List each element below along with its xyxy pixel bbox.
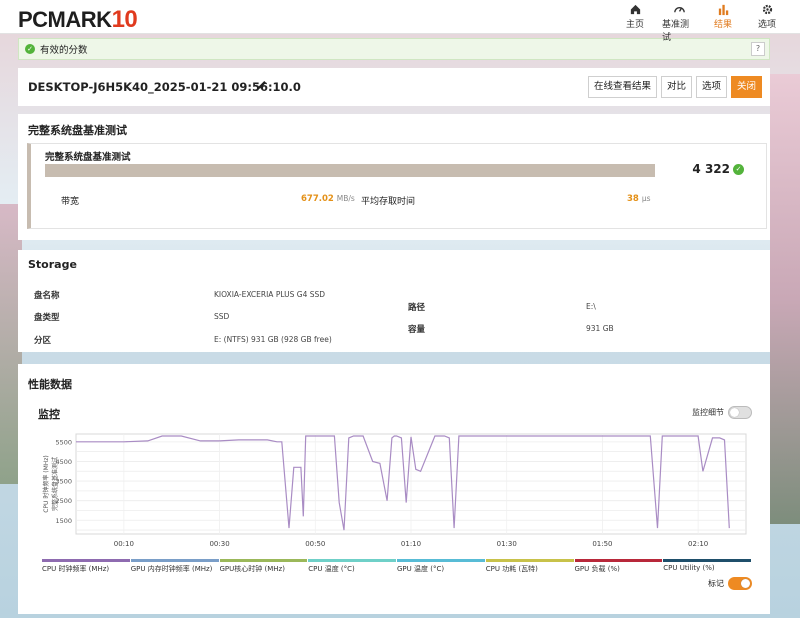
monitoring-chart: 5500450035002500150000:10 00:30 00:50 01:10… bbox=[42, 433, 747, 548]
drive-type-label: 盘类型 bbox=[34, 313, 60, 323]
legend-swatch bbox=[485, 559, 574, 562]
legend-swatch bbox=[574, 559, 663, 562]
alert-text: 有效的分数 bbox=[40, 45, 88, 56]
drive-type-value: SSD bbox=[214, 312, 230, 321]
main-nav: 主页 基准测试 结果 选项 bbox=[618, 3, 784, 43]
result-header: DESKTOP-J6H5K40_2025-01-21 09:56:10.0 在线… bbox=[18, 68, 770, 106]
background-tree-right bbox=[770, 74, 800, 524]
close-button[interactable]: 关闭 bbox=[730, 76, 762, 98]
x-tick-label: 00:50 bbox=[305, 540, 325, 548]
nav-results[interactable]: 结果 bbox=[706, 3, 740, 43]
performance-section: 性能数据 监控 监控细节 5500 4500 3500 2500 1500 00:10 00… bbox=[18, 364, 770, 614]
nav-options[interactable]: 选项 bbox=[750, 3, 784, 43]
legend-swatch bbox=[663, 559, 751, 562]
help-button[interactable]: ? bbox=[751, 42, 765, 56]
monitor-title: 监控 bbox=[38, 408, 60, 421]
top-bar: PCMARK10 主页 基准测试 结果 选项 bbox=[0, 0, 800, 43]
legend-swatch bbox=[397, 559, 485, 562]
y-tick-label: 5500 bbox=[55, 438, 72, 446]
x-tick-label: 01:10 bbox=[401, 540, 421, 548]
storage-title: Storage bbox=[28, 258, 77, 271]
path-label: 路径 bbox=[408, 303, 426, 313]
legend-swatch bbox=[42, 559, 130, 562]
partition-label: 分区 bbox=[34, 336, 52, 346]
access-time-metric: 平均存取时间 38 μs bbox=[361, 194, 651, 207]
gear-icon bbox=[762, 4, 772, 15]
result-actions: 在线查看结果 对比 选项 关闭 bbox=[587, 76, 762, 98]
monitor-detail-label: 监控细节 bbox=[692, 408, 724, 417]
toggle-knob bbox=[741, 579, 750, 588]
section-title: 完整系统盘基准测试 bbox=[28, 124, 127, 137]
y-axis-label-secondary: 完整系统盘基准测试 bbox=[51, 457, 59, 511]
y-axis-label: CPU 时钟频率 (MHz) bbox=[42, 455, 50, 513]
legend-item[interactable]: CPU 温度 (°C) bbox=[308, 559, 396, 574]
legend-swatch bbox=[219, 559, 308, 562]
x-tick-label: 02:10 bbox=[688, 540, 708, 548]
gauge-icon bbox=[673, 7, 685, 13]
partition-value: E: (NTFS) 931 GB (928 GB free) bbox=[214, 335, 332, 344]
bar-chart-icon bbox=[718, 4, 728, 16]
mark-control: 标记 bbox=[708, 577, 752, 590]
score-value: 4 322 ✓ bbox=[692, 162, 744, 176]
x-tick-label: 00:10 bbox=[114, 540, 134, 548]
monitor-detail-toggle[interactable] bbox=[728, 406, 752, 419]
bandwidth-metric: 带宽 677.02 MB/s bbox=[61, 194, 355, 207]
x-tick-label: 01:30 bbox=[497, 540, 517, 548]
nav-benchmarks[interactable]: 基准测试 bbox=[662, 3, 696, 43]
toggle-knob bbox=[730, 408, 739, 417]
path-value: E:\ bbox=[586, 302, 596, 311]
legend-label: GPU 温度 (°C) bbox=[397, 565, 445, 573]
y-tick-label: 1500 bbox=[55, 517, 72, 525]
legend-label: CPU 时钟频率 (MHz) bbox=[42, 565, 110, 573]
legend-label: GPU 负载 (%) bbox=[574, 565, 620, 573]
x-tick-label: 00:30 bbox=[209, 540, 229, 548]
edit-pencil-icon[interactable] bbox=[256, 79, 268, 91]
legend-swatch bbox=[130, 559, 219, 562]
benchmark-section: 完整系统盘基准测试 完整系统盘基准测试 4 322 ✓ 带宽 677.02 MB… bbox=[18, 114, 770, 240]
check-icon: ✓ bbox=[25, 44, 35, 54]
legend-item[interactable]: CPU 时钟频率 (MHz) bbox=[42, 559, 130, 574]
legend-item[interactable]: GPU核心时钟 (MHz) bbox=[219, 559, 308, 574]
legend-label: CPU 温度 (°C) bbox=[308, 565, 355, 573]
mark-toggle[interactable] bbox=[728, 577, 752, 590]
legend-item[interactable]: CPU 功耗 (瓦特) bbox=[485, 559, 574, 574]
legend-label: CPU 功耗 (瓦特) bbox=[485, 565, 538, 573]
options-button[interactable]: 选项 bbox=[695, 76, 727, 98]
x-tick-label: 01:50 bbox=[592, 540, 612, 548]
valid-check-icon: ✓ bbox=[733, 163, 744, 175]
series-line-cpu-clock bbox=[76, 435, 730, 531]
legend-item[interactable]: GPU 负载 (%) bbox=[574, 559, 663, 574]
monitor-detail-control: 监控细节 bbox=[692, 406, 752, 419]
chart-legend: CPU 时钟频率 (MHz) GPU 内存时钟频率 (MHz) GPU核心时钟 (M… bbox=[42, 559, 752, 574]
legend-swatch bbox=[308, 559, 396, 562]
legend-label: CPU Utility (%) bbox=[663, 564, 715, 572]
legend-item[interactable]: GPU 内存时钟频率 (MHz) bbox=[130, 559, 219, 574]
home-icon bbox=[630, 4, 640, 15]
compare-button[interactable]: 对比 bbox=[660, 76, 692, 98]
mark-label: 标记 bbox=[708, 579, 724, 588]
bandwidth-value: 677.02 MB/s bbox=[301, 194, 355, 204]
access-time-value: 38 μs bbox=[627, 194, 651, 204]
storage-section: Storage 盘名称 KIOXIA-EXCERIA PLUS G4 SSD 盘… bbox=[18, 250, 770, 352]
nav-home[interactable]: 主页 bbox=[618, 3, 652, 43]
capacity-label: 容量 bbox=[408, 325, 426, 335]
performance-title: 性能数据 bbox=[28, 378, 72, 391]
test-name: 完整系统盘基准测试 bbox=[45, 152, 131, 163]
view-online-button[interactable]: 在线查看结果 bbox=[587, 76, 657, 98]
score-bar bbox=[45, 164, 655, 177]
legend-label: GPU核心时钟 (MHz) bbox=[219, 565, 285, 573]
score-card: 完整系统盘基准测试 4 322 ✓ 带宽 677.02 MB/s 平均存取时间 … bbox=[27, 143, 767, 229]
legend-item[interactable]: GPU 温度 (°C) bbox=[397, 559, 485, 574]
capacity-value: 931 GB bbox=[586, 324, 614, 333]
drive-name-label: 盘名称 bbox=[34, 291, 60, 301]
legend-label: GPU 内存时钟频率 (MHz) bbox=[130, 565, 213, 573]
legend-item[interactable]: CPU Utility (%) bbox=[663, 559, 751, 574]
drive-name-value: KIOXIA-EXCERIA PLUS G4 SSD bbox=[214, 290, 326, 299]
app-logo: PCMARK10 bbox=[18, 6, 138, 33]
